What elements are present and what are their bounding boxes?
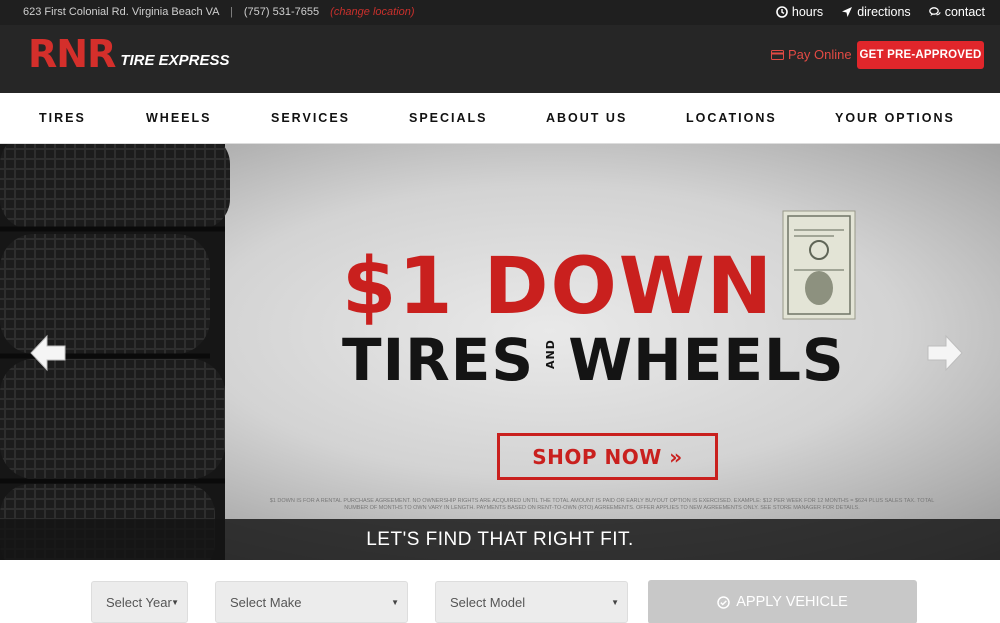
site-header: RNR TIRE EXPRESS Pay Online GET PRE-APPR… — [0, 25, 1000, 93]
logo-mark: RNR — [28, 32, 116, 76]
top-info-bar: 623 First Colonial Rd. Virginia Beach VA… — [0, 0, 1000, 25]
store-info: 623 First Colonial Rd. Virginia Beach VA… — [23, 6, 415, 18]
clock-icon — [776, 6, 788, 18]
nav-item-wheels[interactable]: WHEELS — [146, 111, 211, 125]
hero-headline-and: AND — [544, 339, 558, 369]
check-circle-icon — [717, 595, 730, 609]
hero-banner: $1 DOWN TIRES AND WHEELS SHOP NOW » $1 D… — [0, 144, 1000, 560]
store-address: 623 First Colonial Rd. Virginia Beach VA — [23, 6, 219, 18]
hero-headline-tires: TIRES — [342, 326, 535, 394]
year-select-value: Select Year — [106, 594, 172, 610]
main-nav: TIRES WHEELS SERVICES SPECIALS ABOUT US … — [0, 93, 1000, 144]
pay-online-label: Pay Online — [788, 47, 852, 62]
shop-now-button[interactable]: SHOP NOW » — [497, 433, 718, 480]
chevron-down-icon: ▼ — [611, 598, 619, 607]
make-select[interactable]: Select Make ▼ — [215, 581, 408, 623]
nav-item-locations[interactable]: LOCATIONS — [686, 111, 777, 125]
get-pre-approved-button[interactable]: GET PRE-APPROVED — [857, 41, 984, 69]
directions-link[interactable]: directions — [841, 5, 911, 19]
model-select-value: Select Model — [450, 594, 526, 610]
divider: | — [229, 6, 233, 18]
right-fit-banner: LET'S FIND THAT RIGHT FIT. — [0, 519, 1000, 560]
model-select[interactable]: Select Model ▼ — [435, 581, 628, 623]
store-phone[interactable]: (757) 531-7655 — [244, 6, 319, 18]
nav-item-services[interactable]: SERVICES — [271, 111, 350, 125]
chat-icon — [928, 7, 941, 16]
hero-fineprint: $1 DOWN IS FOR A RENTAL PURCHASE AGREEME… — [269, 498, 935, 511]
vehicle-selector: Select Year ▼ Select Make ▼ Select Model… — [0, 560, 1000, 623]
hero-headline-tires-wheels: TIRES AND WHEELS — [342, 330, 845, 390]
contact-label: contact — [944, 5, 985, 19]
contact-link[interactable]: contact — [928, 5, 985, 19]
arrow-right-icon[interactable] — [922, 330, 968, 376]
hours-label: hours — [791, 5, 824, 19]
logo-text: TIRE EXPRESS — [120, 52, 230, 69]
nav-item-specials[interactable]: SPECIALS — [409, 111, 488, 125]
directions-label: directions — [857, 5, 911, 19]
chevron-down-icon: ▼ — [391, 598, 399, 607]
nav-item-about-us[interactable]: ABOUT US — [546, 111, 627, 125]
make-select-value: Select Make — [230, 594, 302, 610]
site-logo[interactable]: RNR TIRE EXPRESS — [28, 32, 230, 76]
hours-link[interactable]: hours — [776, 5, 823, 19]
apply-vehicle-label: APPLY VEHICLE — [736, 594, 848, 610]
pay-online-link[interactable]: Pay Online — [771, 47, 852, 62]
hero-headline-wheels: WHEELS — [568, 326, 845, 394]
arrow-left-icon[interactable] — [25, 330, 71, 376]
credit-card-icon — [771, 49, 784, 60]
chevron-down-icon: ▼ — [171, 598, 179, 607]
utility-links: hours directions contact — [776, 5, 985, 19]
dollar-bill-image — [782, 210, 856, 320]
apply-vehicle-button[interactable]: APPLY VEHICLE — [648, 580, 917, 623]
nav-item-your-options[interactable]: YOUR OPTIONS — [835, 111, 955, 125]
hero-headline-dollar-down: $1 DOWN — [342, 242, 775, 332]
change-location-link[interactable]: (change location) — [330, 6, 414, 18]
nav-item-tires[interactable]: TIRES — [39, 111, 86, 125]
year-select[interactable]: Select Year ▼ — [91, 581, 188, 623]
location-arrow-icon — [842, 7, 853, 17]
